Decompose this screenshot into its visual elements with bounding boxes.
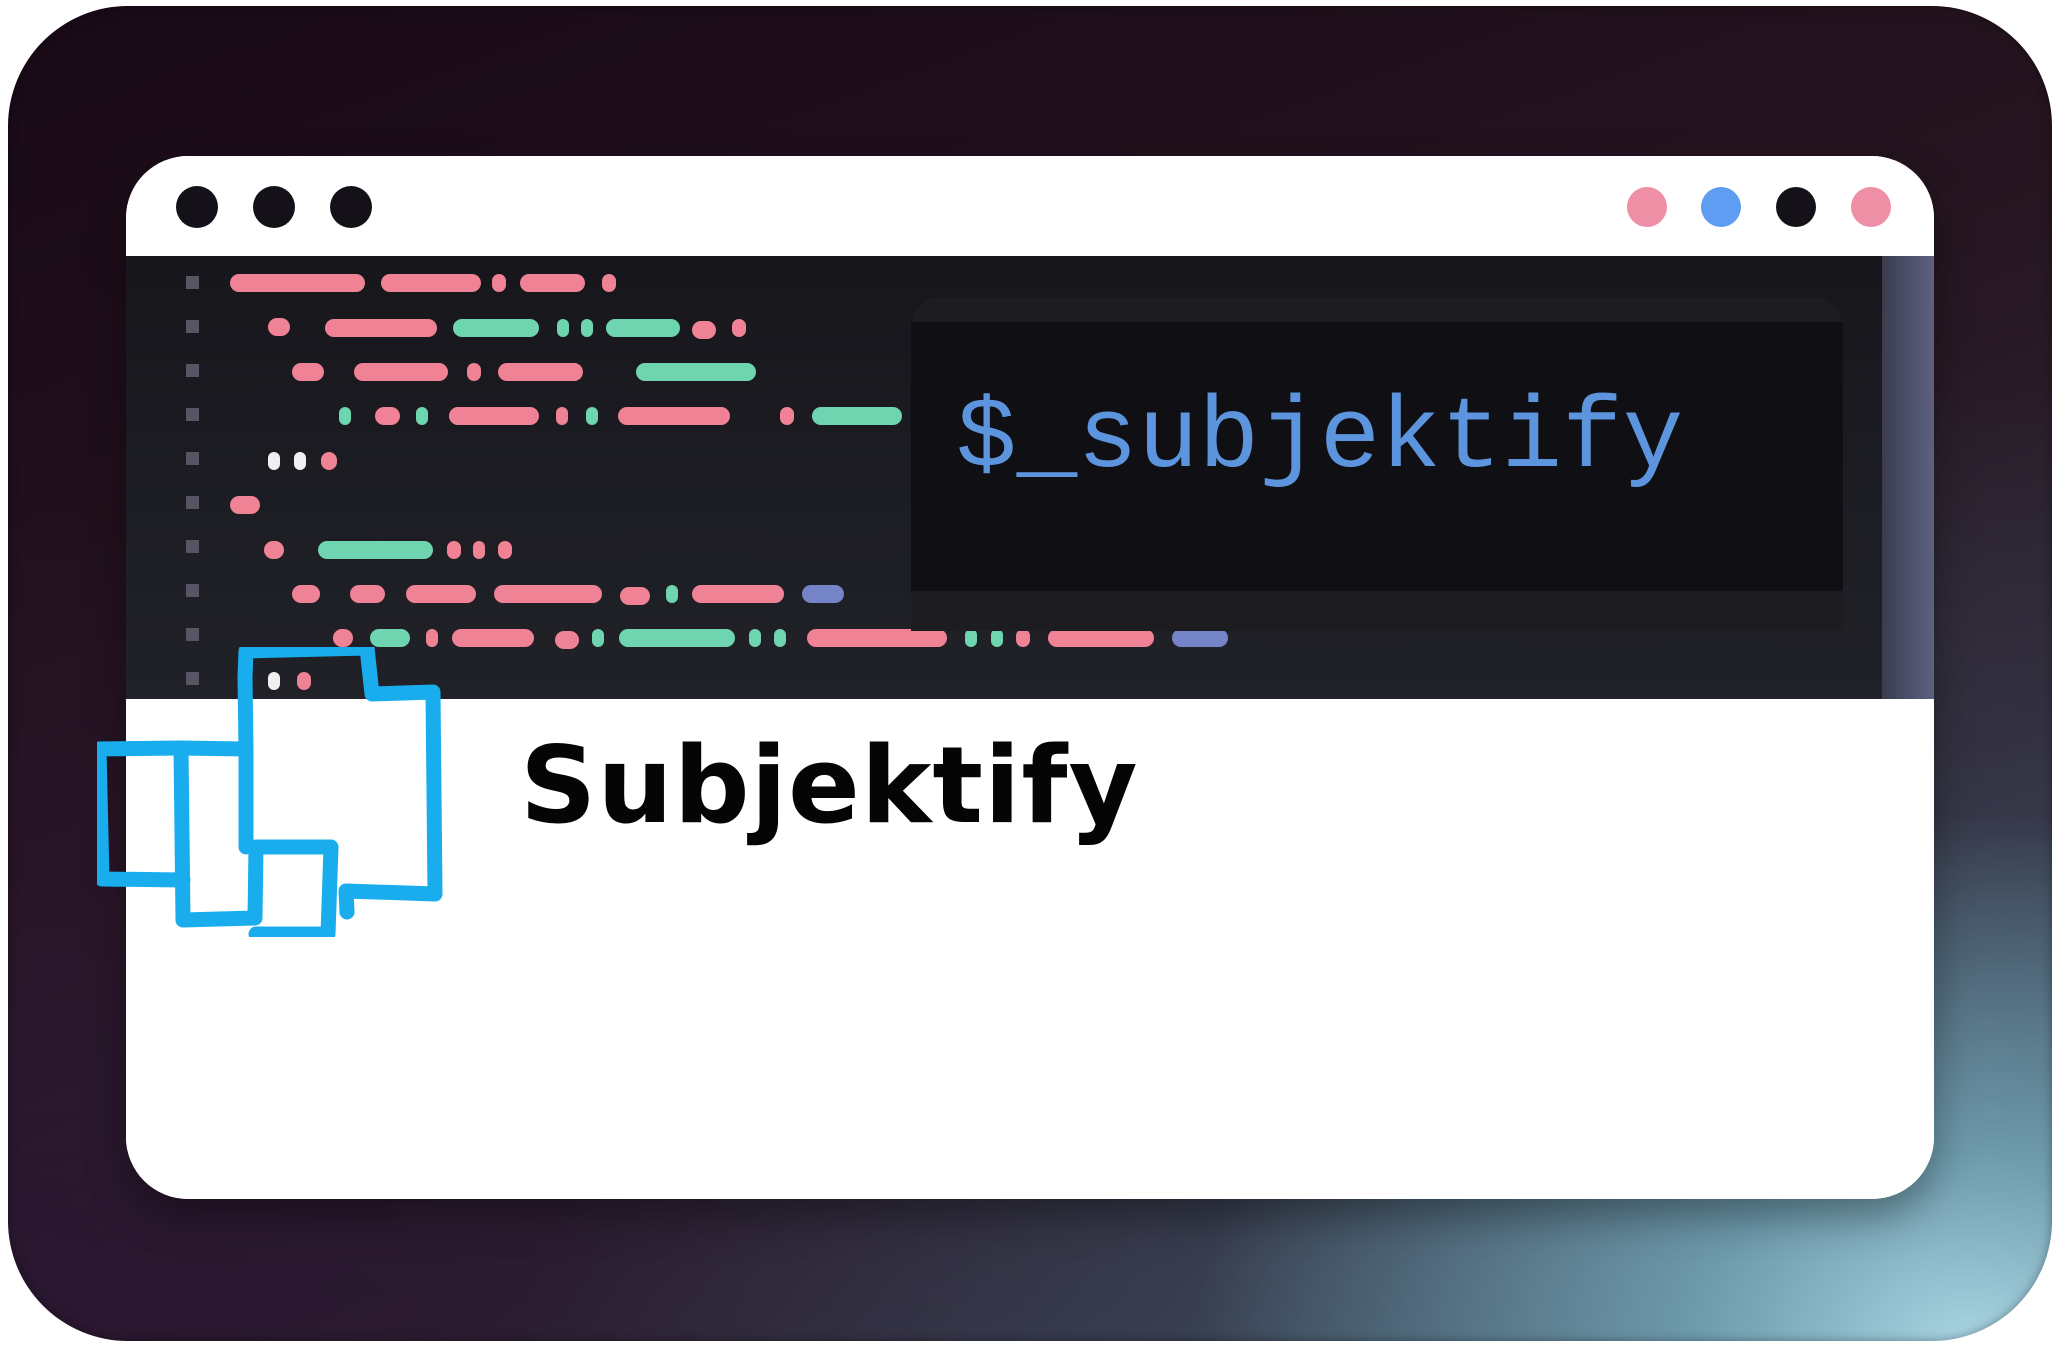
gutter-marker bbox=[186, 276, 199, 289]
code-token bbox=[556, 407, 568, 425]
code-token bbox=[333, 629, 353, 647]
window-dot-1-icon[interactable] bbox=[176, 186, 218, 228]
code-token bbox=[230, 274, 365, 292]
black-dot-icon[interactable] bbox=[1776, 187, 1816, 227]
code-token bbox=[318, 541, 433, 559]
code-token bbox=[636, 363, 756, 381]
code-token bbox=[381, 274, 481, 292]
code-token bbox=[321, 452, 337, 470]
window-dot-2-icon[interactable] bbox=[253, 186, 295, 228]
code-token bbox=[416, 407, 428, 425]
code-token bbox=[447, 541, 461, 559]
code-token bbox=[339, 407, 351, 425]
code-token bbox=[774, 629, 786, 647]
gutter-marker bbox=[186, 540, 199, 553]
code-token bbox=[1048, 629, 1154, 647]
code-token bbox=[1016, 629, 1030, 647]
gutter-marker bbox=[186, 496, 199, 509]
pink-dot-icon[interactable] bbox=[1627, 187, 1667, 227]
code-token bbox=[406, 585, 476, 603]
gutter-marker bbox=[186, 584, 199, 597]
code-token bbox=[602, 274, 616, 292]
code-token bbox=[606, 319, 680, 337]
code-token bbox=[991, 629, 1003, 647]
window-dot-3-icon[interactable] bbox=[330, 186, 372, 228]
code-token bbox=[802, 585, 844, 603]
code-token bbox=[557, 319, 569, 337]
code-token bbox=[692, 321, 716, 339]
code-token bbox=[619, 629, 735, 647]
code-token bbox=[520, 274, 585, 292]
terminal-panel[interactable]: $_subjektify bbox=[911, 297, 1843, 631]
code-token bbox=[292, 363, 324, 381]
code-token bbox=[350, 585, 385, 603]
code-token bbox=[294, 452, 306, 470]
gutter-marker bbox=[186, 320, 199, 333]
code-token bbox=[325, 319, 437, 337]
brand-name: Subjektify bbox=[520, 724, 1139, 847]
code-token bbox=[498, 541, 512, 559]
code-token bbox=[449, 407, 539, 425]
code-token bbox=[1172, 629, 1228, 647]
code-token bbox=[780, 407, 794, 425]
overlapping-squares-icon bbox=[97, 647, 443, 937]
gutter-marker bbox=[186, 408, 199, 421]
pink-dot-2-icon[interactable] bbox=[1851, 187, 1891, 227]
code-token bbox=[375, 407, 400, 425]
code-token bbox=[749, 629, 761, 647]
code-token bbox=[426, 629, 438, 647]
gutter-marker bbox=[186, 628, 199, 641]
title-bar bbox=[126, 156, 1934, 256]
gutter-marker bbox=[186, 452, 199, 465]
code-token bbox=[807, 629, 947, 647]
code-token bbox=[370, 629, 410, 647]
code-token bbox=[692, 585, 784, 603]
code-token bbox=[666, 585, 678, 603]
terminal-command: $_subjektify bbox=[956, 383, 1684, 497]
gutter-marker bbox=[186, 364, 199, 377]
code-token bbox=[732, 319, 746, 337]
code-token bbox=[230, 496, 260, 514]
code-token bbox=[586, 407, 598, 425]
code-editor: $_subjektify bbox=[126, 256, 1934, 699]
code-token bbox=[452, 629, 534, 647]
code-token bbox=[620, 587, 650, 605]
code-token bbox=[264, 541, 284, 559]
code-token bbox=[555, 631, 579, 649]
code-token bbox=[498, 363, 583, 381]
blue-dot-icon[interactable] bbox=[1701, 187, 1741, 227]
code-token bbox=[268, 318, 290, 336]
code-token bbox=[812, 407, 902, 425]
code-token bbox=[494, 585, 602, 603]
code-token bbox=[354, 363, 448, 381]
code-token bbox=[473, 541, 485, 559]
code-token bbox=[453, 319, 539, 337]
terminal-output: $_subjektify bbox=[911, 322, 1843, 591]
code-token bbox=[492, 274, 506, 292]
code-token bbox=[618, 407, 730, 425]
code-token bbox=[592, 629, 604, 647]
code-token bbox=[965, 629, 977, 647]
scrollbar[interactable] bbox=[1882, 256, 1934, 699]
code-token bbox=[292, 585, 320, 603]
app-screenshot: $_subjektify Subjektify bbox=[0, 0, 2052, 1349]
code-token bbox=[268, 452, 280, 470]
code-token bbox=[467, 363, 481, 381]
code-token bbox=[581, 319, 593, 337]
